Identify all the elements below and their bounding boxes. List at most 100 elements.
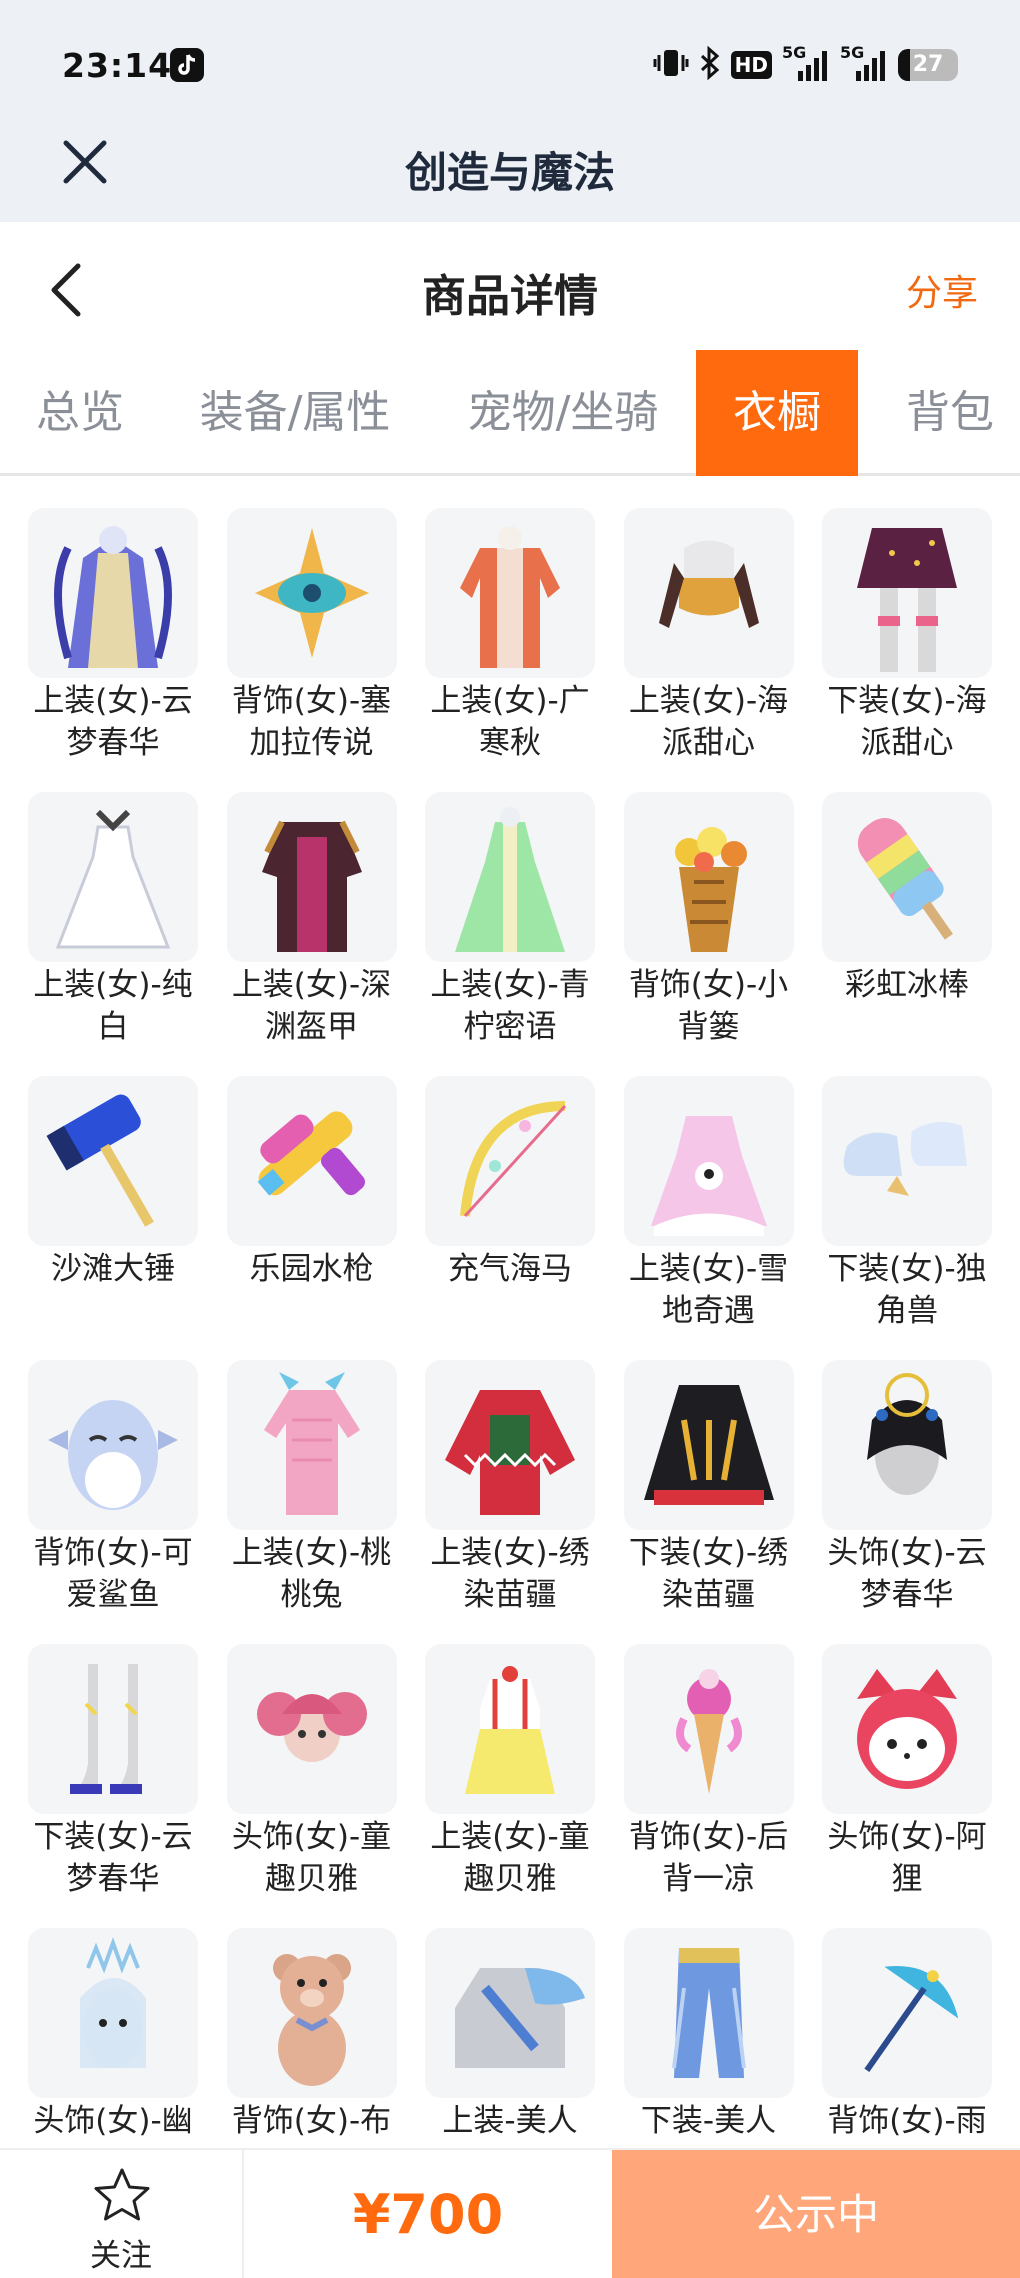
- embroidered-skirt-icon: [623, 1360, 794, 1530]
- rainbow-popsicle-icon: [822, 792, 992, 962]
- battery-level: 27: [912, 52, 944, 77]
- pink-hair-icon: [226, 1644, 397, 1814]
- wardrobe-item[interactable]: 下装(女)-云梦春华: [28, 1644, 198, 1900]
- unicorn-boots-icon: [822, 1076, 992, 1246]
- item-name: 上装-美人: [442, 2103, 578, 2139]
- blue-pants-icon: [623, 1928, 794, 2098]
- wardrobe-item[interactable]: 上装(女)-桃桃兔: [226, 1360, 397, 1616]
- item-name: 下装(女)-云梦春华: [33, 1819, 193, 1897]
- wardrobe-item[interactable]: 背饰(女)-小背篓: [623, 792, 794, 1048]
- fox-head-icon: [822, 1644, 992, 1814]
- page-title: 商品详情: [422, 271, 598, 322]
- red-robe-icon: [425, 508, 595, 678]
- item-name: 乐园水枪: [249, 1251, 374, 1287]
- wardrobe-item[interactable]: 下装-美人: [623, 1928, 794, 2142]
- wardrobe-item[interactable]: 上装(女)-海派甜心: [623, 508, 794, 764]
- item-name: 背饰(女)-塞加拉传说: [231, 683, 392, 761]
- tab-wardrobe[interactable]: 衣橱: [696, 350, 858, 476]
- embroidered-top-icon: [425, 1360, 595, 1530]
- item-name: 上装(女)-青柠密语: [430, 967, 590, 1045]
- dark-armor-icon: [226, 792, 397, 962]
- wardrobe-item[interactable]: 沙滩大锤: [28, 1076, 198, 1290]
- bottom-bar: 关注 ¥700 公示中: [0, 2148, 1020, 2278]
- wardrobe-item[interactable]: 头饰(女)-阿狸: [822, 1644, 992, 1900]
- item-name: 背饰(女)-布: [231, 2103, 392, 2139]
- vibrate-icon: [653, 46, 689, 84]
- wardrobe-item[interactable]: 上装(女)-绣染苗疆: [425, 1360, 595, 1616]
- wardrobe-item[interactable]: 上装(女)-童趣贝雅: [425, 1644, 595, 1900]
- item-name: 头饰(女)-童趣贝雅: [231, 1819, 392, 1897]
- water-gun-icon: [226, 1076, 397, 1246]
- wardrobe-item[interactable]: 充气海马: [425, 1076, 595, 1290]
- tab-backpack[interactable]: 背包: [880, 350, 1020, 476]
- tab-pets[interactable]: 宠物/坐骑: [448, 350, 678, 476]
- headdress-icon: [822, 1360, 992, 1530]
- wardrobe-item[interactable]: 上装(女)-广寒秋: [425, 508, 595, 764]
- app-title: 创造与魔法: [404, 148, 615, 197]
- wardrobe-item[interactable]: 下装(女)-海派甜心: [822, 508, 992, 764]
- item-name: 上装(女)-广寒秋: [430, 683, 590, 761]
- item-name: 上装(女)-雪地奇遇: [628, 1251, 789, 1329]
- item-name: 背饰(女)-雨: [827, 2103, 987, 2139]
- wardrobe-item[interactable]: 背饰(女)-可爱鲨鱼: [28, 1360, 198, 1616]
- pink-dress-icon: [226, 1360, 397, 1530]
- heels-icon: [28, 1644, 198, 1814]
- item-name: 充气海马: [448, 1251, 572, 1287]
- white-dress-icon: [28, 792, 198, 962]
- item-name: 背饰(女)-后背一凉: [628, 1819, 789, 1897]
- item-name: 上装(女)-童趣贝雅: [430, 1819, 590, 1897]
- wardrobe-item[interactable]: 彩虹冰棒: [822, 792, 992, 1006]
- wardrobe-item[interactable]: 上装(女)-青柠密语: [425, 792, 595, 1048]
- item-name: 下装(女)-海派甜心: [827, 683, 987, 761]
- wardrobe-item[interactable]: 乐园水枪: [226, 1076, 397, 1290]
- wardrobe-grid: 上装(女)-云梦春华 背饰(女)-塞加拉传说 上装(女)-广寒秋 上装(女)-海派甜心…: [28, 508, 1008, 2148]
- share-button[interactable]: 分享: [906, 264, 978, 316]
- wardrobe-item[interactable]: 上装(女)-深渊盔甲: [226, 792, 397, 1048]
- item-name: 头饰(女)-幽: [33, 2103, 193, 2139]
- wardrobe-item[interactable]: 上装(女)-云梦春华: [28, 508, 198, 764]
- wardrobe-item[interactable]: 下装(女)-绣染苗疆: [623, 1360, 794, 1616]
- umbrella-icon: [822, 1928, 992, 2098]
- item-name: 背饰(女)-可爱鲨鱼: [33, 1535, 193, 1613]
- wardrobe-item[interactable]: 头饰(女)-童趣贝雅: [226, 1644, 397, 1900]
- wardrobe-item[interactable]: 头饰(女)-幽: [28, 1928, 198, 2142]
- item-name: 下装(女)-绣染苗疆: [628, 1535, 789, 1613]
- flower-basket-icon: [623, 792, 794, 962]
- public-notice-button[interactable]: 公示中: [612, 2150, 1020, 2278]
- item-name: 彩虹冰棒: [845, 967, 969, 1003]
- item-name: 沙滩大锤: [51, 1251, 175, 1287]
- signal-5g-icon-1: 5G: [782, 43, 830, 83]
- hd-icon: HD: [730, 51, 772, 79]
- item-name: 下装-美人: [640, 2103, 777, 2139]
- wardrobe-item[interactable]: 下装(女)-独角兽: [822, 1076, 992, 1332]
- wardrobe-item[interactable]: 背饰(女)-塞加拉传说: [226, 508, 397, 764]
- shark-icon: [28, 1360, 198, 1530]
- sweet-top-icon: [623, 508, 794, 678]
- blue-armor-icon: [425, 1928, 595, 2098]
- follow-button[interactable]: 关注: [0, 2150, 244, 2278]
- wardrobe-item[interactable]: 上装(女)-雪地奇遇: [623, 1076, 794, 1332]
- item-name: 下装(女)-独角兽: [827, 1251, 987, 1329]
- tab-overview[interactable]: 总览: [0, 350, 160, 476]
- item-name: 头饰(女)-阿狸: [827, 1819, 987, 1897]
- wardrobe-item[interactable]: 上装(女)-纯白: [28, 792, 198, 1048]
- tiktok-icon: [170, 48, 204, 82]
- status-time: 23:14: [62, 46, 173, 85]
- follow-label: 关注: [90, 2238, 152, 2274]
- page-header: 商品详情 分享: [0, 222, 1020, 348]
- ice-cream-icon: [623, 1644, 794, 1814]
- wardrobe-item[interactable]: 头饰(女)-云梦春华: [822, 1360, 992, 1616]
- item-name: 上装(女)-桃桃兔: [231, 1535, 392, 1613]
- item-name: 背饰(女)-小背篓: [628, 967, 789, 1045]
- wardrobe-item[interactable]: 背饰(女)-后背一凉: [623, 1644, 794, 1900]
- purple-gown-icon: [28, 508, 198, 678]
- item-name: 上装(女)-海派甜心: [628, 683, 789, 761]
- wardrobe-item[interactable]: 背饰(女)-布: [226, 1928, 397, 2142]
- star-icon: [94, 2168, 150, 2221]
- yellow-dress-icon: [425, 1644, 595, 1814]
- snow-dress-icon: [623, 1076, 794, 1246]
- wardrobe-item[interactable]: 上装-美人: [425, 1928, 595, 2142]
- tab-equipment[interactable]: 装备/属性: [180, 350, 410, 476]
- item-name: 上装(女)-绣染苗疆: [430, 1535, 590, 1613]
- wardrobe-item[interactable]: 背饰(女)-雨: [822, 1928, 992, 2142]
